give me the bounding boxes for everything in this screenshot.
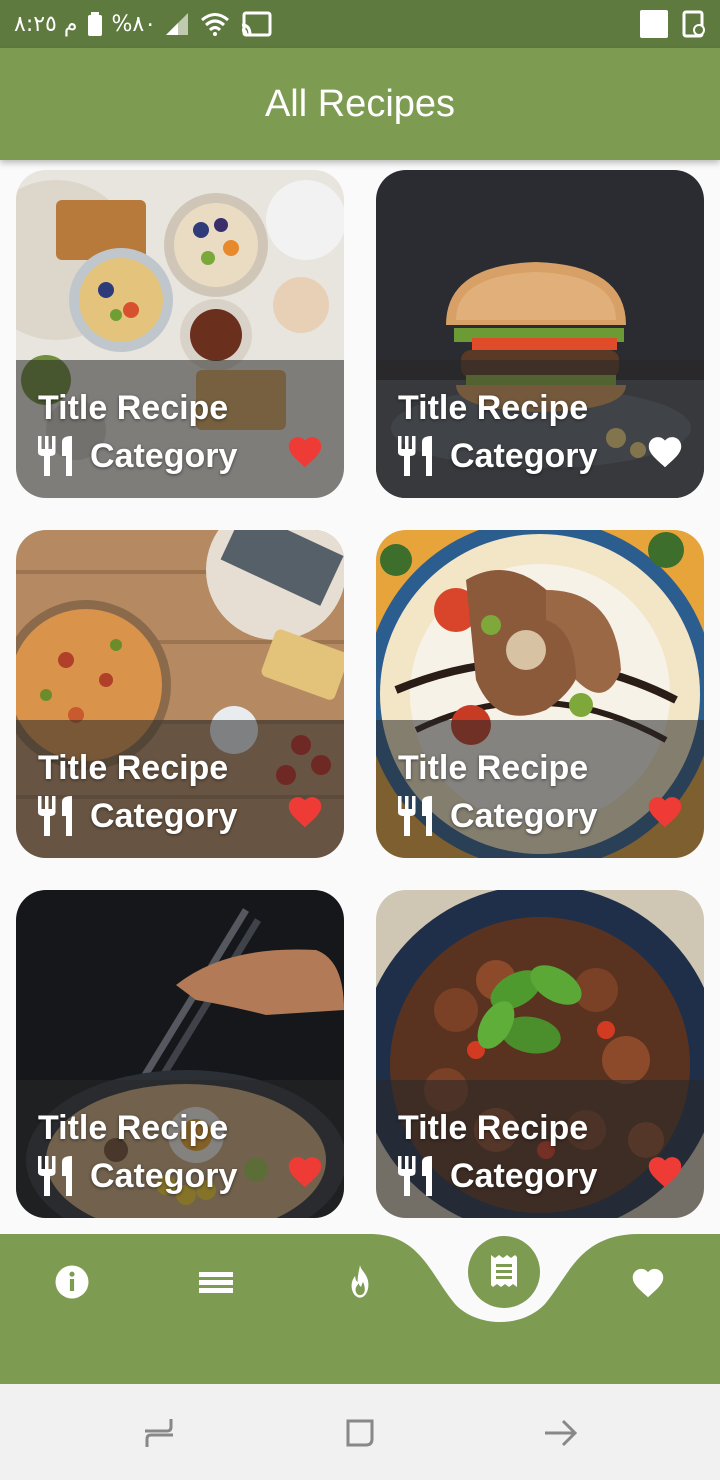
recipe-title: Title Recipe xyxy=(38,1109,229,1147)
favorite-heart-icon[interactable] xyxy=(286,1154,324,1188)
category-label: Category xyxy=(450,1156,598,1195)
recipe-card[interactable]: Title Recipe Category xyxy=(16,890,344,1218)
fire-icon xyxy=(351,1265,369,1298)
recipe-title: Title Recipe xyxy=(398,1109,589,1147)
favorite-heart-icon[interactable] xyxy=(646,794,684,828)
cast-icon xyxy=(241,11,272,37)
recipe-title: Title Recipe xyxy=(398,389,589,427)
restaurant-icon xyxy=(398,436,432,476)
recipe-card[interactable]: Title Recipe Category xyxy=(376,530,704,858)
status-time: م ٨:٢٥ xyxy=(14,11,78,37)
recipe-title: Title Recipe xyxy=(38,749,229,787)
recipe-category: Category xyxy=(38,794,237,838)
nav-recipes-button[interactable] xyxy=(468,1236,540,1308)
page-title: All Recipes xyxy=(264,82,456,125)
category-label: Category xyxy=(450,436,598,475)
battery-icon xyxy=(87,12,102,36)
category-label: Category xyxy=(90,796,238,835)
recipe-card[interactable]: Title Recipe Category xyxy=(376,170,704,498)
nav-favorites-button[interactable] xyxy=(618,1252,678,1312)
notification-square-icon xyxy=(640,10,668,38)
favorite-heart-icon[interactable] xyxy=(646,1154,684,1188)
category-label: Category xyxy=(450,796,598,835)
battery-percent: %٨٠ xyxy=(111,11,157,37)
restaurant-icon xyxy=(38,796,72,836)
favorite-heart-icon[interactable] xyxy=(646,434,684,468)
restaurant-icon xyxy=(38,436,72,476)
recipe-title: Title Recipe xyxy=(38,389,229,427)
category-label: Category xyxy=(90,1156,238,1195)
back-arrow-icon xyxy=(545,1419,578,1447)
recipe-title: Title Recipe xyxy=(398,749,589,787)
home-button[interactable] xyxy=(335,1408,385,1458)
back-button[interactable] xyxy=(536,1408,586,1458)
recipe-card[interactable]: Title Recipe Category xyxy=(16,530,344,858)
screen-record-icon xyxy=(682,10,705,38)
signal-icon xyxy=(166,13,189,35)
nav-trending-button[interactable] xyxy=(330,1252,390,1312)
recipe-category: Category xyxy=(398,1154,597,1198)
recipe-category: Category xyxy=(398,794,597,838)
app-bar: All Recipes xyxy=(0,48,720,160)
restaurant-icon xyxy=(38,1156,72,1196)
recent-apps-button[interactable] xyxy=(134,1408,184,1458)
heart-icon xyxy=(632,1268,664,1298)
nav-list-button[interactable] xyxy=(186,1252,246,1312)
list-icon xyxy=(199,1272,233,1293)
nav-info-button[interactable] xyxy=(42,1252,102,1312)
recipe-card[interactable]: Title Recipe Category xyxy=(376,890,704,1218)
recipe-category: Category xyxy=(38,1154,237,1198)
category-label: Category xyxy=(90,436,238,475)
favorite-heart-icon[interactable] xyxy=(286,434,324,468)
receipt-icon xyxy=(491,1255,517,1287)
recipe-category: Category xyxy=(398,434,597,478)
restaurant-icon xyxy=(398,1156,432,1196)
recipe-category: Category xyxy=(38,434,237,478)
recipe-card[interactable]: Title Recipe Category xyxy=(16,170,344,498)
recent-apps-icon xyxy=(145,1419,173,1447)
favorite-heart-icon[interactable] xyxy=(286,794,324,828)
status-right xyxy=(640,8,706,40)
status-left: م ٨:٢٥ %٨٠ xyxy=(14,8,272,40)
info-icon xyxy=(55,1265,89,1299)
restaurant-icon xyxy=(398,796,432,836)
system-navigation-bar xyxy=(0,1384,720,1480)
home-square-icon xyxy=(346,1419,374,1447)
status-bar: م ٨:٢٥ %٨٠ xyxy=(0,0,720,48)
wifi-icon xyxy=(201,13,230,36)
